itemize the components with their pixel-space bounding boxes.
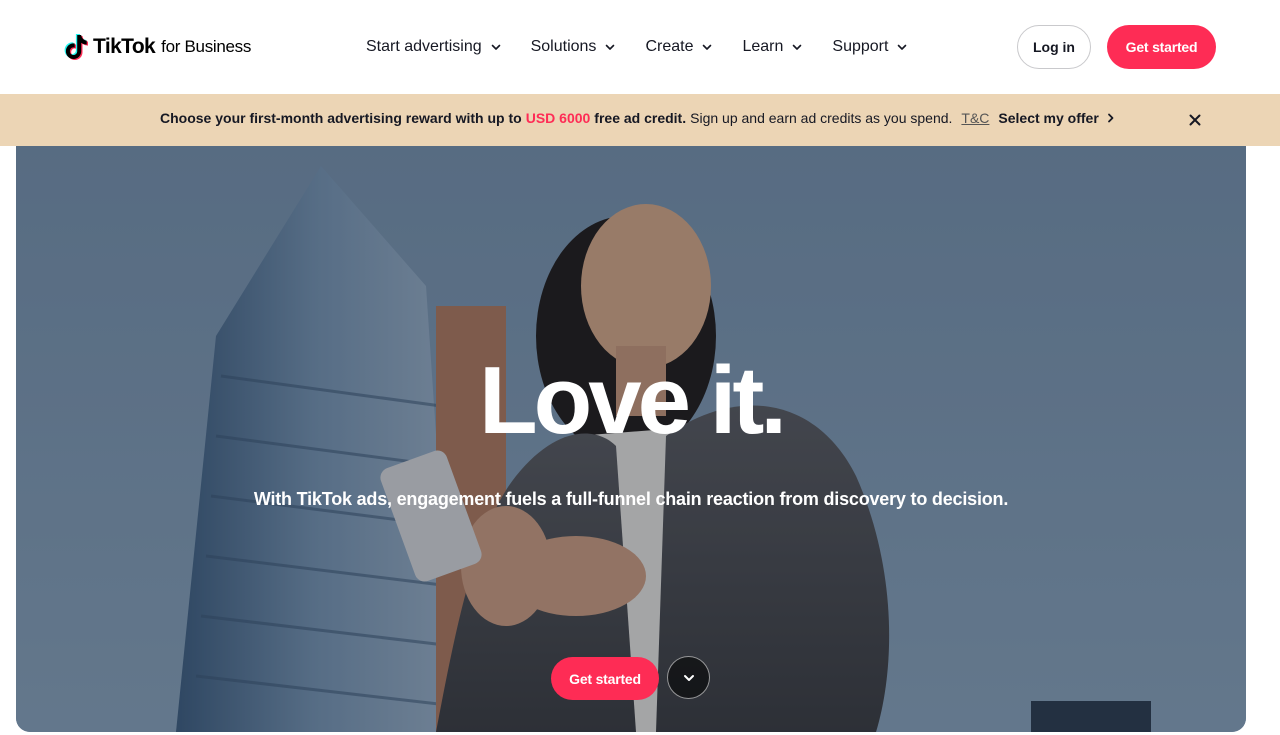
hero-get-started-button[interactable]: Get started: [551, 657, 659, 700]
promo-lead: Choose your first-month advertising rewa…: [160, 110, 522, 126]
scroll-down-button[interactable]: [667, 656, 710, 699]
nav-start-advertising[interactable]: Start advertising: [366, 36, 502, 58]
nav-create[interactable]: Create: [645, 36, 713, 58]
close-icon[interactable]: [1187, 112, 1203, 128]
logo-sub: for Business: [161, 37, 252, 56]
nav-learn[interactable]: Learn: [742, 36, 803, 58]
nav-solutions[interactable]: Solutions: [531, 36, 617, 58]
nav-label: Solutions: [530, 38, 597, 55]
promo-banner: Choose your first-month advertising rewa…: [0, 94, 1280, 146]
promo-tail: Sign up and earn ad credits as you spend…: [690, 110, 953, 126]
logo-brand: TikTok: [93, 35, 156, 58]
chevron-down-icon: [703, 44, 712, 50]
chevron-down-icon: [683, 674, 694, 681]
chevron-down-icon: [491, 44, 500, 50]
hero-title: Love it.: [478, 347, 787, 454]
login-button[interactable]: Log in: [1017, 25, 1091, 69]
select-offer-link[interactable]: Select my offer: [998, 110, 1115, 126]
promo-amount: USD 6000: [525, 110, 591, 126]
promo-tail-bold: free ad credit.: [594, 110, 687, 126]
tiktok-note-icon: [64, 34, 88, 60]
hero-subtitle: With TikTok ads, engagement fuels a full…: [253, 489, 1009, 509]
main-nav: Start advertising Solutions Create Learn…: [366, 36, 937, 58]
select-offer-label: Select my offer: [998, 110, 1099, 126]
nav-label: Create: [645, 38, 694, 55]
nav-label: Learn: [742, 38, 784, 55]
logo[interactable]: TikTok for Business: [64, 32, 251, 62]
chevron-down-icon: [606, 44, 615, 50]
nav-label: Start advertising: [366, 38, 482, 55]
chevron-down-icon: [793, 44, 802, 50]
chevron-down-icon: [898, 44, 907, 50]
get-started-button[interactable]: Get started: [1107, 25, 1216, 69]
hero-section: Love it. With TikTok ads, engagement fue…: [16, 146, 1246, 732]
nav-support[interactable]: Support: [832, 36, 908, 58]
site-header: TikTok for Business Start advertising So…: [0, 0, 1280, 94]
nav-label: Support: [832, 38, 889, 55]
terms-link[interactable]: T&C: [961, 110, 989, 126]
promo-text: Choose your first-month advertising rewa…: [160, 110, 1116, 126]
chevron-right-icon: [1107, 113, 1114, 123]
